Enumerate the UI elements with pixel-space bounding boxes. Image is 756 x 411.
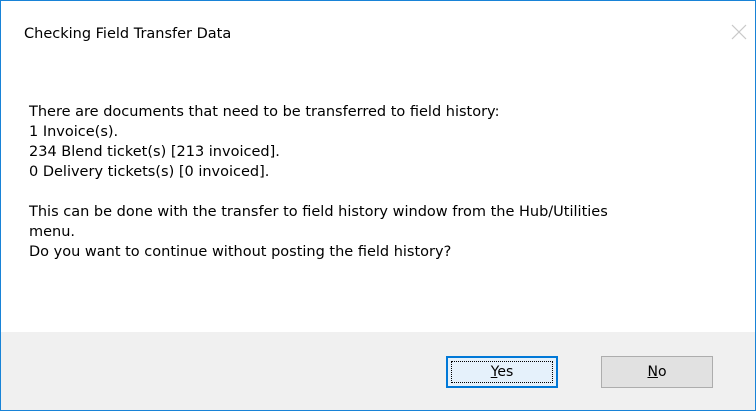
message-dialog: Checking Field Transfer Data There are d…: [0, 0, 756, 411]
button-bar: Yes No: [1, 332, 755, 410]
no-label-rest: o: [657, 364, 667, 380]
close-icon: [724, 17, 754, 47]
message-line: Do you want to continue without posting …: [29, 244, 452, 260]
title-bar[interactable]: Checking Field Transfer Data: [1, 1, 755, 53]
message-line: There are documents that need to be tran…: [29, 104, 500, 120]
no-mnemonic: N: [647, 364, 658, 380]
close-button[interactable]: [724, 17, 754, 47]
dialog-title: Checking Field Transfer Data: [24, 26, 232, 42]
yes-label-rest: es: [497, 364, 514, 380]
message-line: This can be done with the transfer to fi…: [29, 204, 608, 220]
message-spacer: [29, 182, 729, 202]
yes-button[interactable]: Yes: [446, 356, 558, 388]
message-body: There are documents that need to be tran…: [29, 102, 729, 262]
no-button[interactable]: No: [601, 356, 713, 388]
no-button-label: No: [647, 364, 666, 380]
message-line: menu.: [29, 224, 76, 240]
message-line: 1 Invoice(s).: [29, 124, 119, 140]
message-line: 0 Delivery tickets(s) [0 invoiced].: [29, 164, 270, 180]
yes-button-label: Yes: [491, 364, 514, 380]
message-line: 234 Blend ticket(s) [213 invoiced].: [29, 144, 280, 160]
